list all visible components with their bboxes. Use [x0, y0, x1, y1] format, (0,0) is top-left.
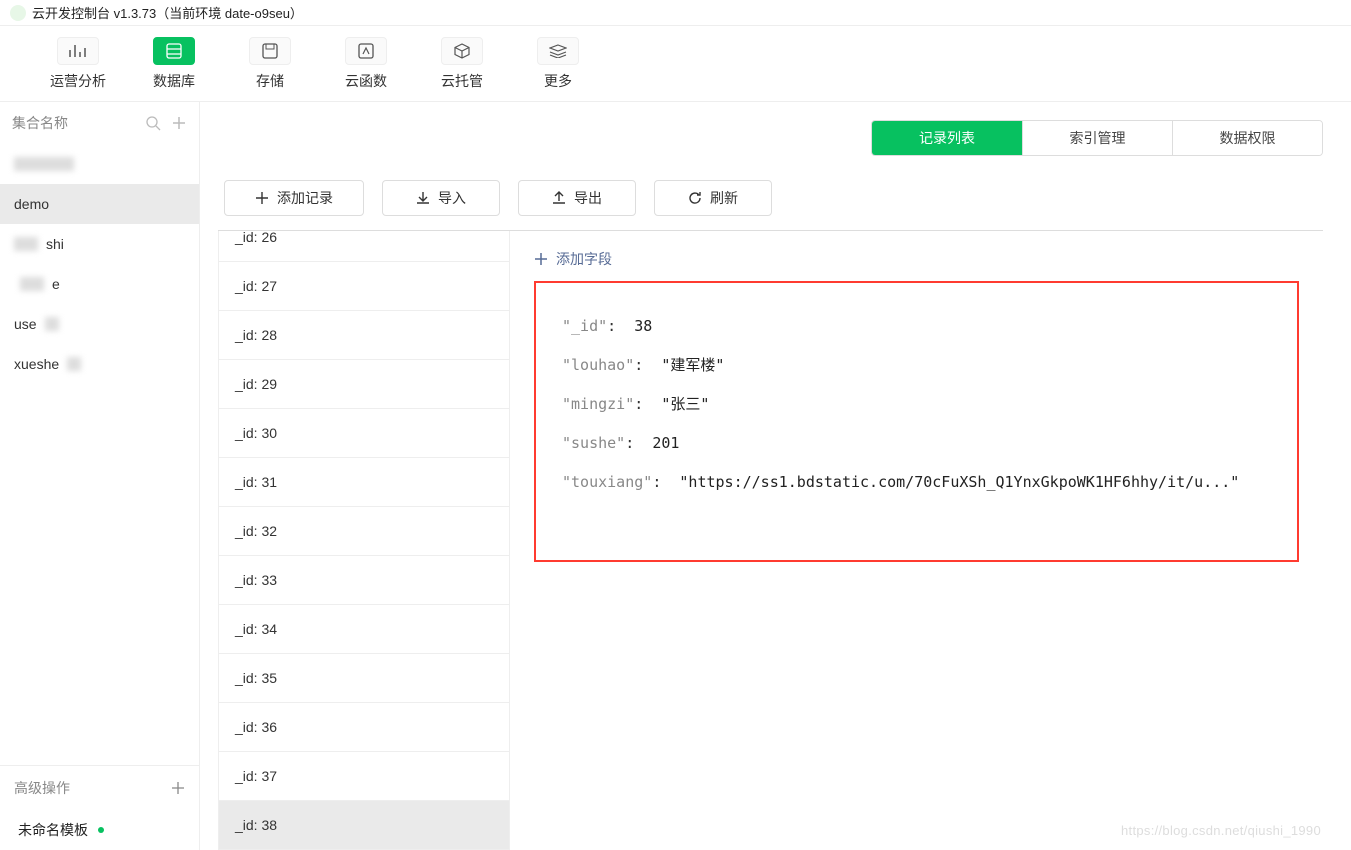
sidebar: 集合名称 demo shi e use xueshe 高级操作 未命名模板	[0, 102, 200, 850]
toolbar-label: 云托管	[441, 71, 483, 91]
download-icon	[416, 191, 430, 205]
id-list-row[interactable]: _id: 34	[219, 605, 509, 654]
id-list-row[interactable]: _id: 29	[219, 360, 509, 409]
document-pane: 添加字段 "_id": 38"louhao": "建军楼""mingzi": "…	[510, 231, 1323, 850]
toolbar-label: 更多	[544, 71, 572, 91]
id-list-row[interactable]: _id: 28	[219, 311, 509, 360]
id-list-row[interactable]: _id: 31	[219, 458, 509, 507]
cube-icon	[441, 37, 483, 65]
collection-list: demo shi e use xueshe	[0, 144, 199, 765]
plus-icon[interactable]	[171, 115, 187, 131]
collection-name: shi	[46, 236, 64, 252]
advanced-section-header[interactable]: 高级操作	[0, 765, 199, 810]
collection-item[interactable]: shi	[0, 224, 199, 264]
id-list-row[interactable]: _id: 32	[219, 507, 509, 556]
collection-name: demo	[14, 196, 49, 212]
advanced-label: 高级操作	[14, 778, 70, 798]
watermark: https://blog.csdn.net/qiushi_1990	[1121, 823, 1321, 838]
toolbar-label: 运营分析	[50, 71, 106, 91]
collection-item[interactable]: e	[0, 264, 199, 304]
id-list-row[interactable]: _id: 37	[219, 752, 509, 801]
sidebar-header: 集合名称	[0, 102, 199, 144]
refresh-icon	[688, 191, 702, 205]
plus-icon	[255, 191, 269, 205]
add-record-button[interactable]: 添加记录	[224, 180, 364, 216]
collection-name: xueshe	[14, 356, 59, 372]
toolbar-label: 云函数	[345, 71, 387, 91]
tab-indexes[interactable]: 索引管理	[1022, 121, 1172, 155]
id-list-row[interactable]: _id: 26	[219, 231, 509, 262]
plus-icon[interactable]	[171, 781, 185, 795]
id-list-row[interactable]: _id: 27	[219, 262, 509, 311]
document-viewer[interactable]: "_id": 38"louhao": "建军楼""mingzi": "张三""s…	[534, 281, 1299, 562]
refresh-button[interactable]: 刷新	[654, 180, 772, 216]
toolbar-storage[interactable]: 存储	[222, 37, 318, 91]
toolbar-analytics[interactable]: 运营分析	[30, 37, 126, 91]
tab-permissions[interactable]: 数据权限	[1172, 121, 1322, 155]
search-icon[interactable]	[145, 115, 161, 131]
id-list-row[interactable]: _id: 33	[219, 556, 509, 605]
upload-icon	[552, 191, 566, 205]
app-icon	[10, 5, 26, 21]
blurred-text	[14, 237, 38, 251]
id-list-row[interactable]: _id: 30	[219, 409, 509, 458]
plus-icon	[534, 252, 548, 266]
add-field-button[interactable]: 添加字段	[534, 249, 1299, 269]
blurred-text	[14, 157, 74, 171]
main-panel: 记录列表 索引管理 数据权限 添加记录 导入 导出 刷新 _id: 26_id:…	[200, 102, 1351, 850]
toolbar-label: 数据库	[153, 71, 195, 91]
id-list-row[interactable]: _id: 35	[219, 654, 509, 703]
action-buttons: 添加记录 导入 导出 刷新	[218, 180, 1323, 216]
collection-item[interactable]: demo	[0, 184, 199, 224]
blurred-text	[20, 277, 44, 291]
import-button[interactable]: 导入	[382, 180, 500, 216]
layers-icon	[537, 37, 579, 65]
collection-item[interactable]: xueshe	[0, 344, 199, 384]
tab-records[interactable]: 记录列表	[872, 121, 1022, 155]
function-icon	[345, 37, 387, 65]
toolbar-functions[interactable]: 云函数	[318, 37, 414, 91]
toolbar-label: 存储	[256, 71, 284, 91]
export-button[interactable]: 导出	[518, 180, 636, 216]
blurred-text	[67, 357, 81, 371]
status-dot-icon	[98, 827, 104, 833]
main-toolbar: 运营分析 数据库 存储 云函数 云托管 更多	[0, 26, 1351, 102]
collection-item[interactable]: use	[0, 304, 199, 344]
save-icon	[249, 37, 291, 65]
collections-label: 集合名称	[12, 113, 68, 133]
view-tabs: 记录列表 索引管理 数据权限	[871, 120, 1323, 156]
collection-item[interactable]	[0, 144, 199, 184]
blurred-text	[45, 317, 59, 331]
chart-icon	[57, 37, 99, 65]
toolbar-database[interactable]: 数据库	[126, 37, 222, 91]
title-bar: 云开发控制台 v1.3.73（当前环境 date-o9seu）	[0, 0, 1351, 26]
id-list-row[interactable]: _id: 38	[219, 801, 509, 850]
database-icon	[153, 37, 195, 65]
toolbar-hosting[interactable]: 云托管	[414, 37, 510, 91]
template-label: 未命名模板	[18, 820, 88, 840]
window-title: 云开发控制台 v1.3.73（当前环境 date-o9seu）	[32, 3, 303, 22]
id-list-pane[interactable]: _id: 26_id: 27_id: 28_id: 29_id: 30_id: …	[218, 231, 510, 850]
template-item[interactable]: 未命名模板	[0, 810, 199, 850]
toolbar-more[interactable]: 更多	[510, 37, 606, 91]
collection-name: e	[52, 276, 60, 292]
collection-name: use	[14, 316, 37, 332]
id-list-row[interactable]: _id: 36	[219, 703, 509, 752]
